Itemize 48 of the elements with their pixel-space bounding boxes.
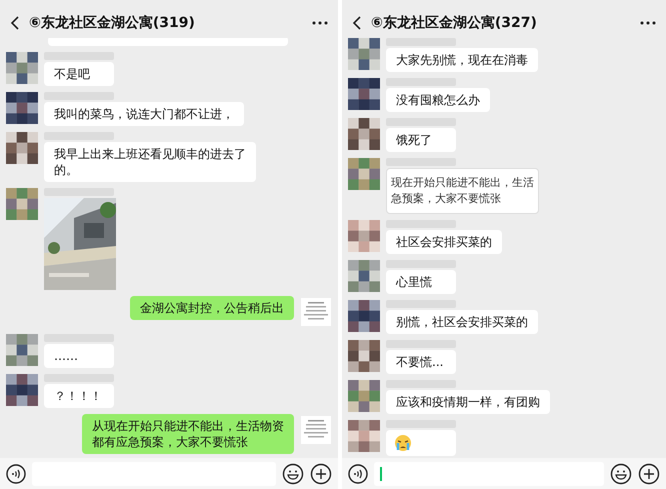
avatar-icon[interactable] (6, 132, 38, 164)
back-icon[interactable] (352, 16, 361, 30)
message-bubble: 金湖公寓封控，公告稍后出 (130, 296, 294, 320)
message-bubble: 不要慌... (386, 350, 456, 374)
back-icon[interactable] (10, 16, 19, 30)
message-bubble: 别慌，社区会安排买菜的 (386, 310, 538, 334)
message-bubble: 应该和疫情期一样，有团购 (386, 390, 550, 414)
avatar-icon[interactable] (348, 158, 380, 190)
more-icon[interactable] (640, 21, 656, 25)
message-bubble: 我早上出来上班还看见顺丰的进去了 的。 (44, 142, 256, 182)
avatar-icon[interactable] (348, 78, 380, 110)
avatar-icon[interactable] (348, 260, 380, 292)
crying-face-icon (394, 434, 412, 452)
message-bubble: 不是吧 (44, 62, 114, 86)
chat-title: ⑥东龙社区金湖公寓(319) (29, 14, 195, 32)
chat-title: ⑥东龙社区金湖公寓(327) (371, 14, 537, 32)
avatar-icon[interactable] (6, 188, 38, 220)
message-bubble: 从现在开始只能进不能出，生活物资 都有应急预案，大家不要慌张 (82, 414, 294, 454)
message-bubble: 我叫的菜鸟，说连大门都不让进， (44, 102, 244, 126)
document-thumbnail-icon[interactable] (300, 414, 332, 446)
avatar-icon[interactable] (348, 420, 380, 452)
avatar-icon[interactable] (6, 334, 38, 366)
avatar-icon[interactable] (6, 374, 38, 406)
more-icon[interactable] (312, 21, 328, 25)
message-bubble: 心里慌 (386, 270, 456, 294)
avatar-icon[interactable] (348, 380, 380, 412)
message-bubble: 饿死了 (386, 128, 456, 152)
avatar-icon[interactable] (348, 118, 380, 150)
message-bubble: ？！！！ (44, 384, 114, 408)
message-bubble: 社区会安排买菜的 (386, 230, 502, 254)
voice-icon[interactable] (6, 464, 26, 484)
avatar-icon[interactable] (348, 38, 380, 70)
avatar-icon[interactable] (6, 52, 38, 84)
document-thumbnail-icon[interactable] (300, 296, 332, 328)
message-bubble: 没有囤粮怎么办 (386, 88, 490, 112)
message-bubble: …… (44, 344, 114, 368)
emoji-icon[interactable] (282, 462, 304, 484)
emoji-icon[interactable] (610, 462, 632, 484)
avatar-icon[interactable] (348, 220, 380, 252)
voice-icon[interactable] (348, 464, 368, 484)
message-input-field[interactable] (374, 462, 604, 486)
avatar-icon[interactable] (6, 92, 38, 124)
plus-icon[interactable] (638, 462, 660, 484)
avatar-icon[interactable] (348, 300, 380, 332)
quoted-message: 现在开始只能进不能出，生活 急预案，大家不要慌张 (386, 168, 539, 214)
avatar-icon[interactable] (348, 340, 380, 372)
plus-icon[interactable] (310, 462, 332, 484)
message-bubble: 大家先别慌，现在在消毒 (386, 48, 538, 72)
